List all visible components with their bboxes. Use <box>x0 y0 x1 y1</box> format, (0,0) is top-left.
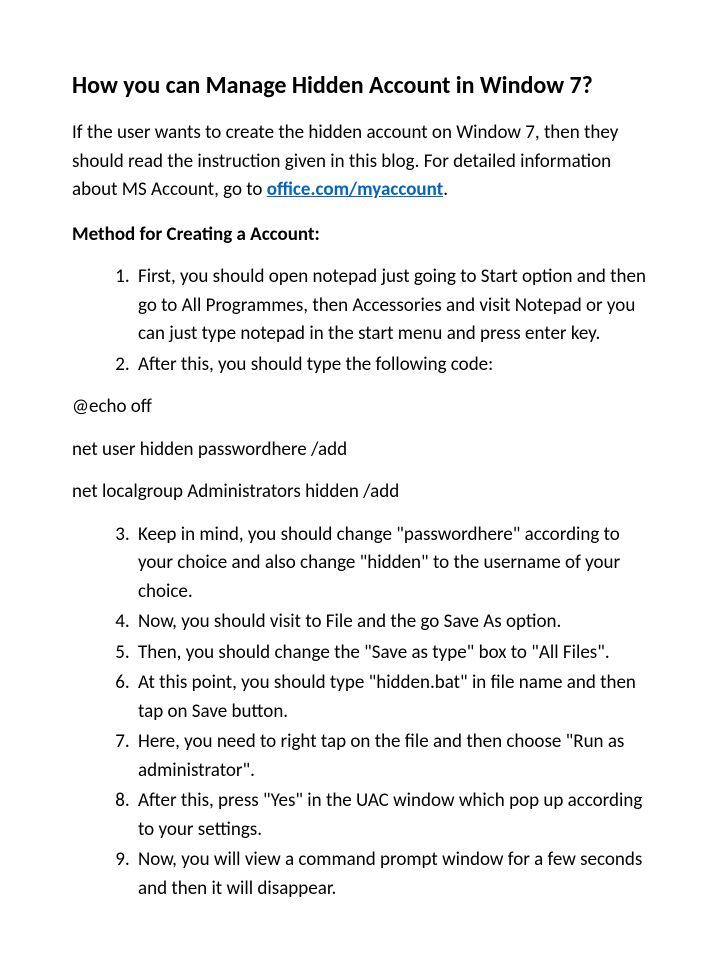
steps-list-part1: First, you should open notepad just goin… <box>72 263 648 379</box>
list-item: First, you should open notepad just goin… <box>134 263 648 349</box>
list-item: Keep in mind, you should change "passwor… <box>134 521 648 607</box>
steps-list-part2: Keep in mind, you should change "passwor… <box>72 521 648 904</box>
list-item: Then, you should change the "Save as typ… <box>134 639 648 668</box>
list-item: Now, you should visit to File and the go… <box>134 608 648 637</box>
list-item: After this, press "Yes" in the UAC windo… <box>134 787 648 844</box>
page-title: How you can Manage Hidden Account in Win… <box>72 70 648 101</box>
code-line: net user hidden passwordhere /add <box>72 436 648 465</box>
myaccount-link[interactable]: office.com/myaccount <box>267 178 443 201</box>
code-line: @echo off <box>72 393 648 422</box>
code-line: net localgroup Administrators hidden /ad… <box>72 478 648 507</box>
list-item: Now, you will view a command prompt wind… <box>134 846 648 903</box>
list-item: After this, you should type the followin… <box>134 351 648 380</box>
intro-paragraph: If the user wants to create the hidden a… <box>72 119 648 205</box>
intro-text-after: . <box>443 178 448 201</box>
list-item: At this point, you should type "hidden.b… <box>134 669 648 726</box>
method-subheading: Method for Creating a Account: <box>72 221 648 250</box>
list-item: Here, you need to right tap on the file … <box>134 728 648 785</box>
